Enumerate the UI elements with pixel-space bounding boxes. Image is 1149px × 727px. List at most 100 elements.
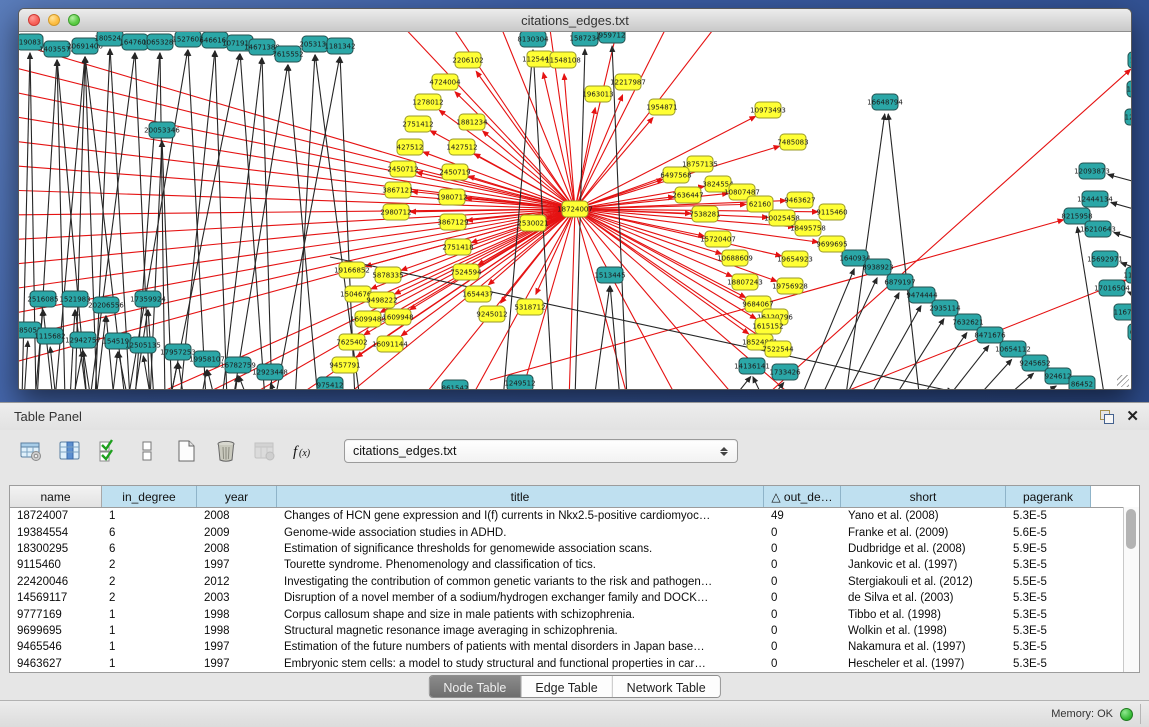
- graph-hub-node[interactable]: 18724007: [557, 201, 593, 217]
- graph-node[interactable]: 18807243: [727, 274, 763, 290]
- table-row[interactable]: 946554611997Estimation of the future num…: [10, 639, 1139, 655]
- table-row[interactable]: 911546021997Tourette syndrome. Phenomeno…: [10, 557, 1139, 573]
- graph-node[interactable]: 1980712: [436, 189, 467, 205]
- graph-node[interactable]: 924612: [1045, 368, 1072, 384]
- graph-node[interactable]: 2636447: [672, 187, 703, 203]
- graph-node[interactable]: 2751418: [442, 239, 473, 255]
- graph-node[interactable]: 15958: [1128, 52, 1131, 68]
- select-all-check-icon[interactable]: [96, 438, 122, 464]
- graph-node[interactable]: 1615152: [752, 318, 783, 334]
- graph-node[interactable]: 2450712: [387, 161, 418, 177]
- table-row[interactable]: 1830029562008Estimation of significance …: [10, 541, 1139, 557]
- graph-node[interactable]: 427512: [397, 139, 424, 155]
- tab-edge-table[interactable]: Edge Table: [521, 676, 612, 697]
- graph-node[interactable]: 18495758: [790, 220, 826, 236]
- graph-node[interactable]: 9245652: [1019, 355, 1050, 371]
- column-header-indegree[interactable]: in_degree: [102, 486, 197, 507]
- show-columns-icon[interactable]: [57, 438, 83, 464]
- graph-node[interactable]: 1654437: [462, 286, 493, 302]
- graph-node[interactable]: 1513445: [594, 267, 625, 283]
- graph-node[interactable]: 2980712: [380, 204, 411, 220]
- graph-node[interactable]: 8130304: [517, 32, 549, 47]
- graph-node[interactable]: 11548108: [545, 52, 581, 68]
- table-row[interactable]: 1872400712008Changes of HCN gene express…: [10, 508, 1139, 524]
- graph-node[interactable]: 9245012: [476, 306, 507, 322]
- graph-node[interactable]: 9498222: [366, 292, 397, 308]
- graph-node[interactable]: 1954871: [646, 99, 677, 115]
- tab-node-table[interactable]: Node Table: [429, 676, 521, 697]
- change-table-mode-icon[interactable]: [18, 438, 44, 464]
- graph-node[interactable]: 7625402: [336, 334, 367, 350]
- graph-node[interactable]: 15692971: [1087, 251, 1123, 267]
- table-selector-dropdown[interactable]: citations_edges.txt: [344, 439, 738, 463]
- graph-node[interactable]: 1181342: [324, 38, 355, 54]
- graph-node[interactable]: 17016504: [1094, 280, 1130, 296]
- close-panel-icon[interactable]: ✕: [1126, 410, 1139, 424]
- graph-node[interactable]: 9457791: [329, 357, 360, 373]
- float-panel-icon[interactable]: [1100, 410, 1114, 424]
- window-resize-grip[interactable]: [1117, 375, 1129, 387]
- graph-node[interactable]: 2450719: [439, 164, 470, 180]
- graph-node[interactable]: 86452: [1069, 376, 1095, 389]
- graph-node[interactable]: 16091144: [372, 336, 408, 352]
- graph-node[interactable]: 20206556: [88, 297, 124, 313]
- graph-node[interactable]: 122105: [1125, 109, 1131, 125]
- graph-node[interactable]: 164312: [1127, 81, 1131, 97]
- graph-node[interactable]: 10688609: [717, 250, 753, 266]
- graph-node[interactable]: 16782759: [220, 357, 256, 373]
- graph-node[interactable]: 1881234: [456, 114, 488, 130]
- graph-node[interactable]: 6497568: [660, 167, 691, 183]
- column-header-pagerank[interactable]: pagerank: [1006, 486, 1091, 507]
- graph-node[interactable]: 7538281: [689, 206, 720, 222]
- graph-node[interactable]: 12217987: [610, 74, 646, 90]
- table-row[interactable]: 2242004622012Investigating the contribut…: [10, 574, 1139, 590]
- scrollbar-thumb[interactable]: [1126, 509, 1136, 549]
- graph-node[interactable]: 1609948: [382, 309, 413, 325]
- graph-node[interactable]: 12093873: [1074, 163, 1110, 179]
- graph-node[interactable]: 975412: [317, 377, 344, 389]
- column-header-title[interactable]: title: [277, 486, 764, 507]
- unselect-all-icon[interactable]: [135, 438, 161, 464]
- column-header-name[interactable]: name: [10, 486, 102, 507]
- graph-node[interactable]: 19756928: [772, 278, 808, 294]
- graph-node[interactable]: 16099489: [350, 311, 386, 327]
- graph-node[interactable]: 7522544: [762, 341, 794, 357]
- table-vertical-scrollbar[interactable]: [1123, 507, 1139, 672]
- graph-node[interactable]: 3867129: [437, 214, 468, 230]
- graph-node[interactable]: 116753: [1114, 304, 1131, 320]
- network-window-titlebar[interactable]: citations_edges.txt: [19, 9, 1131, 32]
- table-row[interactable]: 969969511998Structural magnetic resonanc…: [10, 623, 1139, 639]
- graph-node[interactable]: 19654923: [777, 251, 813, 267]
- table-row[interactable]: 946362711997Embryonic stem cells: a mode…: [10, 656, 1139, 672]
- graph-node[interactable]: 12505135: [125, 337, 161, 353]
- graph-node[interactable]: 959712: [599, 32, 626, 43]
- graph-node[interactable]: 16210643: [1080, 221, 1116, 237]
- zoom-window-button[interactable]: [68, 14, 80, 26]
- graph-node[interactable]: 10973493: [750, 102, 786, 118]
- graph-node[interactable]: 1587234: [569, 32, 601, 46]
- graph-node[interactable]: 2530021: [517, 215, 548, 231]
- graph-node[interactable]: 5318712: [514, 299, 545, 315]
- graph-node[interactable]: 8938923: [862, 259, 893, 275]
- graph-node[interactable]: 12444134: [1077, 191, 1113, 207]
- graph-node[interactable]: 2935114: [929, 300, 961, 316]
- graph-node[interactable]: 4724004: [429, 74, 461, 90]
- graph-node[interactable]: 861542: [442, 380, 469, 389]
- graph-node[interactable]: 19166852: [334, 262, 370, 278]
- column-header-short[interactable]: short: [841, 486, 1006, 507]
- graph-node[interactable]: 2206102: [452, 52, 483, 68]
- delete-table-icon[interactable]: [252, 438, 278, 464]
- function-builder-icon[interactable]: f(x): [291, 438, 317, 464]
- table-row[interactable]: 977716911998Corpus callosum shape and si…: [10, 606, 1139, 622]
- tab-network-table[interactable]: Network Table: [613, 676, 720, 697]
- graph-node[interactable]: 14136141: [734, 358, 770, 374]
- graph-node[interactable]: 17359924: [130, 291, 166, 307]
- network-view[interactable]: 1908314035572206914061805245164760110653…: [19, 32, 1131, 389]
- graph-node[interactable]: 2516085: [27, 291, 58, 307]
- graph-node[interactable]: 67712: [1128, 324, 1131, 340]
- graph-node[interactable]: 9115460: [816, 204, 847, 220]
- graph-node[interactable]: 1427512: [446, 139, 477, 155]
- table-row[interactable]: 1938455462009Genome-wide association stu…: [10, 524, 1139, 540]
- graph-node[interactable]: 1115682: [34, 328, 65, 344]
- column-header-year[interactable]: year: [197, 486, 277, 507]
